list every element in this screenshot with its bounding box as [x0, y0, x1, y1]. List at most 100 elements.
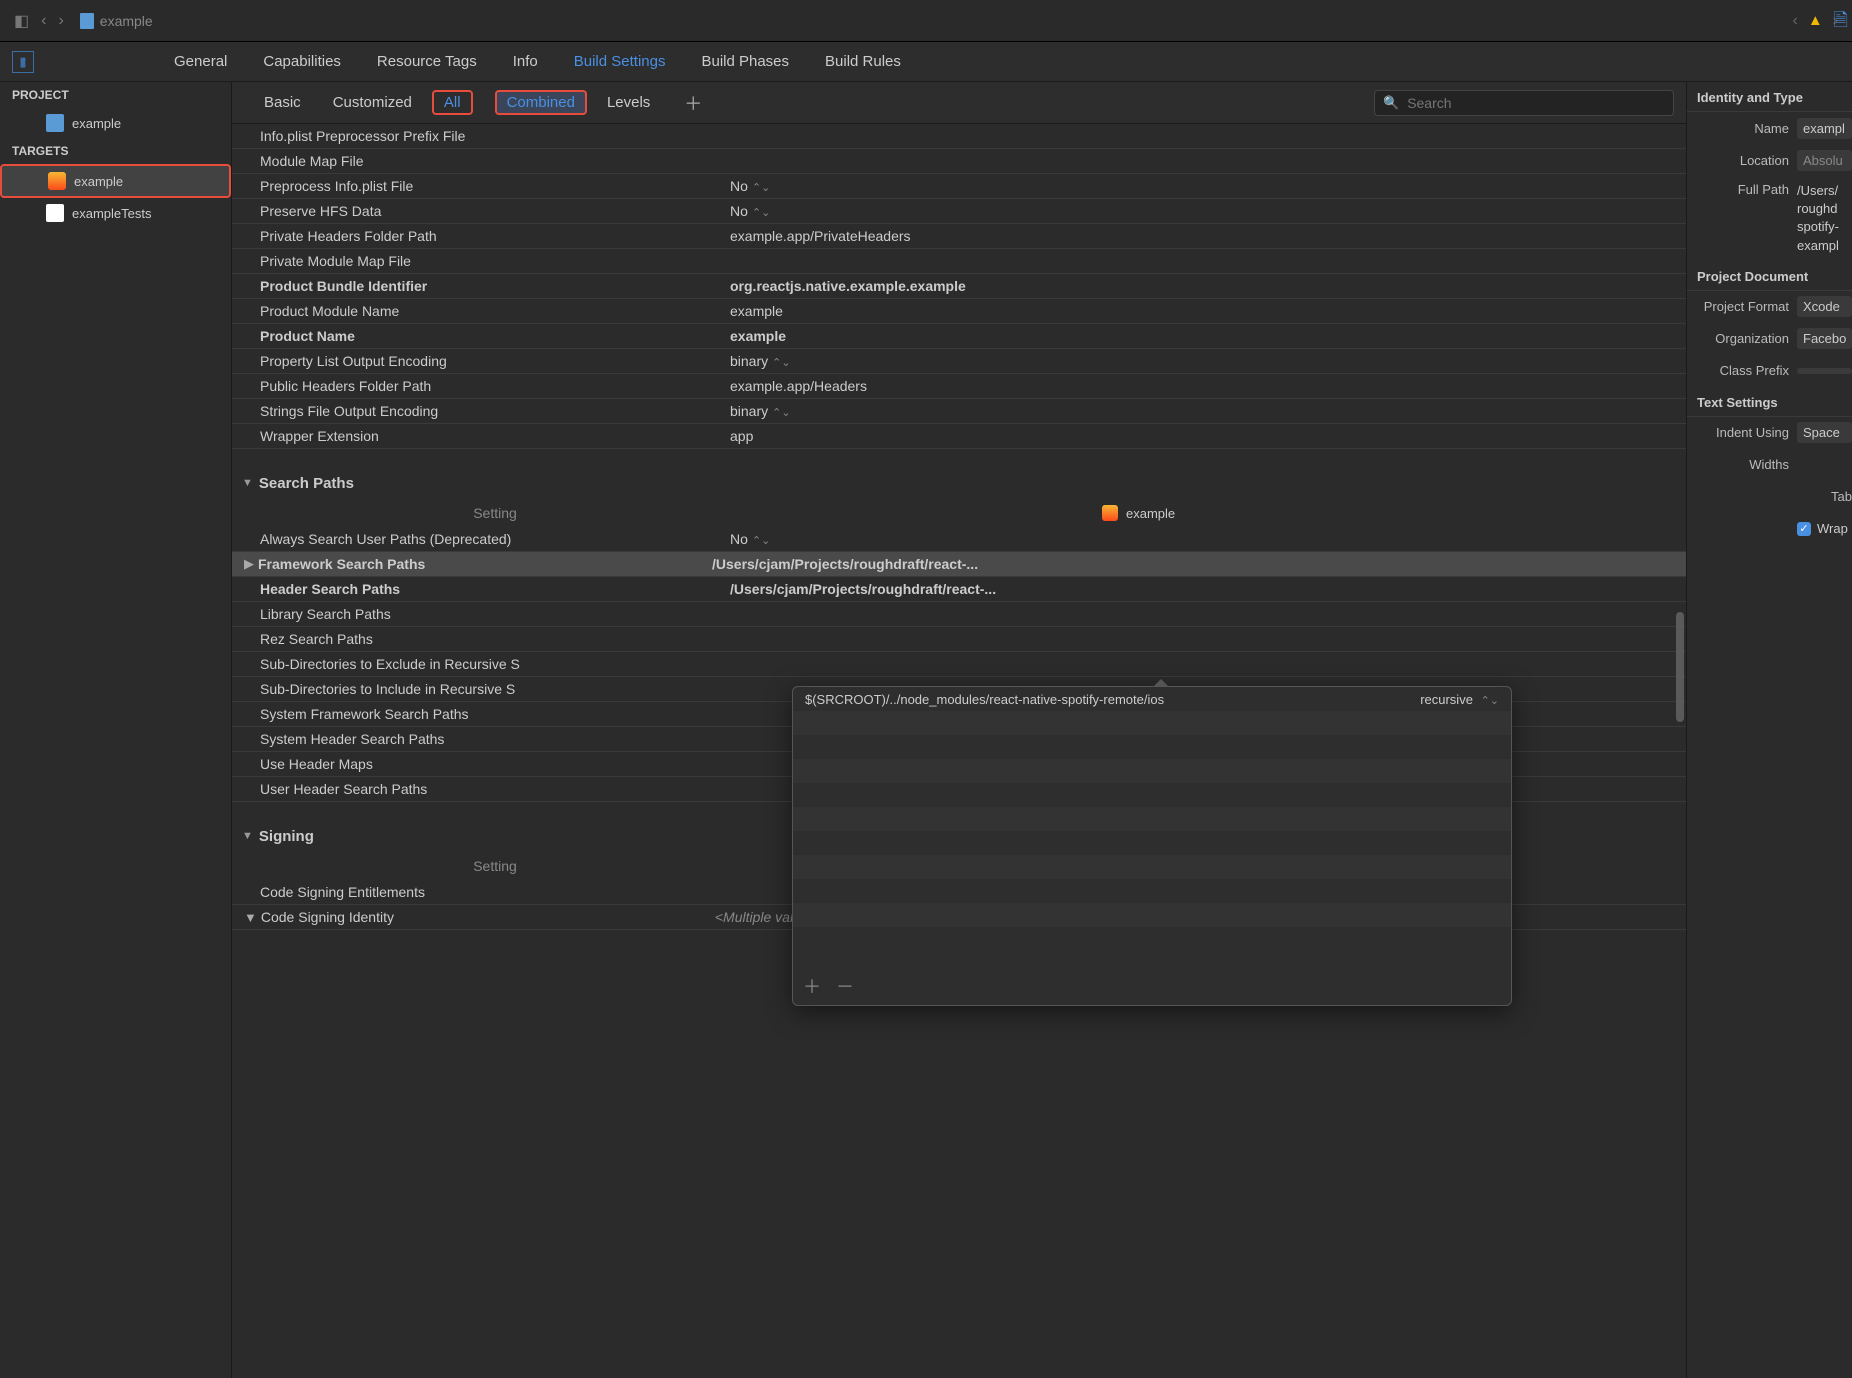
tab-info[interactable]: Info	[495, 42, 556, 82]
inspector-text-header: Text Settings	[1687, 387, 1852, 417]
insp-projfmt-field[interactable]: Xcode	[1797, 296, 1852, 317]
issue-prev-icon[interactable]: ‹	[1792, 12, 1797, 30]
insp-fullpath-value: /Users/ roughd spotify- exampl	[1797, 182, 1839, 255]
sidebar-target-tests[interactable]: exampleTests	[0, 198, 231, 228]
sidebar-project-name: example	[72, 116, 121, 131]
column-header-row: Setting example	[232, 499, 1686, 527]
sidebar-target-app[interactable]: example	[0, 164, 231, 198]
setting-row[interactable]: Private Headers Folder Pathexample.app/P…	[232, 224, 1686, 249]
setting-row[interactable]: Product Module Nameexample	[232, 299, 1686, 324]
setting-row[interactable]: Property List Output Encodingbinary⌃⌄	[232, 349, 1686, 374]
nav-grid-icon[interactable]: ◧	[14, 11, 29, 31]
stepper-icon[interactable]: ⌃⌄	[1481, 695, 1499, 707]
sidebar-project-header: PROJECT	[0, 82, 231, 108]
insp-classprefix-field[interactable]	[1797, 368, 1852, 374]
path-row[interactable]	[793, 855, 1511, 879]
path-row[interactable]	[793, 711, 1511, 735]
wrap-checkbox[interactable]: ✓	[1797, 522, 1811, 536]
inspector-panel: Identity and Type Nameexampl LocationAbs…	[1686, 82, 1852, 1378]
filter-basic[interactable]: Basic	[252, 90, 313, 115]
add-setting-button[interactable]: ＋	[684, 90, 702, 116]
setting-row[interactable]: Always Search User Paths (Deprecated)No⌃…	[232, 527, 1686, 552]
setting-row[interactable]: Header Search Paths/Users/cjam/Projects/…	[232, 577, 1686, 602]
column-target: example	[1126, 506, 1175, 521]
popover-footer: ＋ －	[803, 973, 864, 999]
path-mode[interactable]: recursive	[1420, 692, 1473, 707]
sidebar-target-app-label: example	[74, 174, 123, 189]
setting-row[interactable]: Preprocess Info.plist FileNo⌃⌄	[232, 174, 1686, 199]
filter-levels[interactable]: Levels	[595, 90, 662, 115]
insp-fullpath-label: Full Path	[1697, 182, 1797, 197]
path-row[interactable]	[793, 879, 1511, 903]
path-row[interactable]: $(SRCROOT)/../node_modules/react-native-…	[793, 687, 1511, 711]
nav-back-icon[interactable]: ‹	[41, 12, 46, 30]
insp-indent-field[interactable]: Space	[1797, 422, 1852, 443]
setting-row[interactable]: Public Headers Folder Pathexample.app/He…	[232, 374, 1686, 399]
nav-fwd-icon[interactable]: ›	[58, 12, 63, 30]
stepper-icon[interactable]: ⌃⌄	[752, 207, 770, 219]
setting-row[interactable]: Product Bundle Identifierorg.reactjs.nat…	[232, 274, 1686, 299]
path-row[interactable]	[793, 735, 1511, 759]
insp-wrap-label: Wrap	[1817, 521, 1848, 536]
path-row[interactable]	[793, 831, 1511, 855]
tab-build-phases[interactable]: Build Phases	[683, 42, 807, 82]
filter-customized[interactable]: Customized	[321, 90, 424, 115]
path-text[interactable]: $(SRCROOT)/../node_modules/react-native-…	[805, 692, 1420, 707]
stepper-icon[interactable]: ⌃⌄	[752, 535, 770, 547]
editor-tabs: ▮ General Capabilities Resource Tags Inf…	[0, 42, 1852, 82]
filter-all[interactable]: All	[432, 90, 473, 115]
path-row[interactable]	[793, 783, 1511, 807]
path-row[interactable]	[793, 927, 1511, 951]
insp-widths-label: Widths	[1697, 457, 1797, 472]
tab-build-rules[interactable]: Build Rules	[807, 42, 919, 82]
document-icon	[80, 13, 94, 29]
insp-location-label: Location	[1697, 153, 1797, 168]
setting-row[interactable]: Sub-Directories to Exclude in Recursive …	[232, 652, 1686, 677]
path-row[interactable]	[793, 903, 1511, 927]
file-inspector-tab-icon[interactable]: 🗎	[1834, 8, 1848, 38]
disclosure-triangle-icon[interactable]: ▼	[242, 477, 253, 489]
setting-row[interactable]: Info.plist Preprocessor Prefix File	[232, 124, 1686, 149]
filter-bar: Basic Customized All Combined Levels ＋ 🔍	[232, 82, 1686, 124]
setting-row[interactable]: Wrapper Extensionapp	[232, 424, 1686, 449]
insp-name-field[interactable]: exampl	[1797, 118, 1852, 139]
sidebar-project-item[interactable]: example	[0, 108, 231, 138]
insp-tab-label: Tab	[1797, 489, 1852, 504]
stepper-icon[interactable]: ⌃⌄	[772, 407, 790, 419]
document-title[interactable]: example	[100, 13, 153, 29]
tab-build-settings[interactable]: Build Settings	[556, 42, 684, 82]
setting-row[interactable]: Module Map File	[232, 149, 1686, 174]
path-row[interactable]	[793, 759, 1511, 783]
setting-row[interactable]: Preserve HFS DataNo⌃⌄	[232, 199, 1686, 224]
project-navigator: PROJECT example TARGETS example exampleT…	[0, 82, 232, 1378]
stepper-icon[interactable]: ⌃⌄	[772, 357, 790, 369]
add-path-button[interactable]: ＋	[803, 977, 821, 997]
search-input[interactable]	[1407, 95, 1665, 111]
test-target-icon	[46, 204, 64, 222]
section-search-paths[interactable]: ▼Search Paths	[232, 467, 1686, 499]
tab-general[interactable]: General	[156, 42, 245, 82]
path-row[interactable]	[793, 807, 1511, 831]
insp-name-label: Name	[1697, 121, 1797, 136]
insp-location-field[interactable]: Absolu	[1797, 150, 1852, 171]
scrollbar-thumb[interactable]	[1676, 612, 1684, 722]
insp-org-field[interactable]: Facebo	[1797, 328, 1852, 349]
setting-row[interactable]: Rez Search Paths	[232, 627, 1686, 652]
toggle-navigator-icon[interactable]: ▮	[12, 51, 34, 73]
setting-row[interactable]: Product Nameexample	[232, 324, 1686, 349]
stepper-icon[interactable]: ⌃⌄	[752, 182, 770, 194]
setting-row[interactable]: Library Search Paths	[232, 602, 1686, 627]
paths-popover: $(SRCROOT)/../node_modules/react-native-…	[792, 686, 1512, 1006]
tab-capabilities[interactable]: Capabilities	[245, 42, 359, 82]
disclosure-triangle-icon[interactable]: ▶	[244, 556, 254, 572]
setting-row-selected[interactable]: ▶Framework Search Paths/Users/cjam/Proje…	[232, 552, 1686, 577]
remove-path-button[interactable]: －	[836, 977, 854, 997]
tab-resource-tags[interactable]: Resource Tags	[359, 42, 495, 82]
search-field[interactable]: 🔍	[1374, 90, 1674, 116]
filter-combined[interactable]: Combined	[495, 90, 587, 115]
disclosure-triangle-icon[interactable]: ▼	[242, 830, 253, 842]
setting-row[interactable]: Strings File Output Encodingbinary⌃⌄	[232, 399, 1686, 424]
setting-row[interactable]: Private Module Map File	[232, 249, 1686, 274]
disclosure-triangle-icon[interactable]: ▼	[244, 910, 257, 925]
warning-icon[interactable]: ▲	[1808, 12, 1823, 29]
